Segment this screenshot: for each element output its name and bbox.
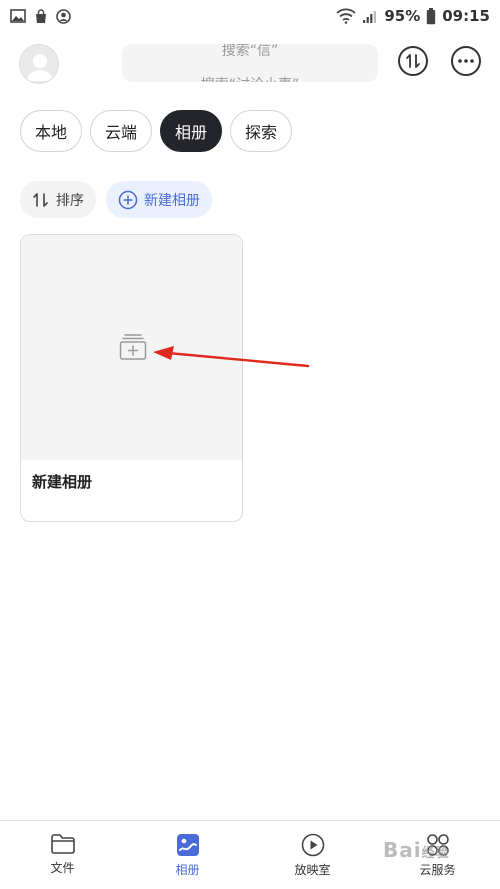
sort-label: 排序	[56, 192, 84, 209]
gallery-icon	[10, 9, 26, 23]
tab-explore[interactable]: 探索	[230, 110, 293, 152]
signal-icon	[363, 10, 377, 23]
shopping-bag-icon	[36, 8, 46, 23]
status-time: 09:15	[442, 7, 490, 25]
add-circle-icon	[118, 190, 138, 209]
battery-icon	[427, 7, 436, 24]
play-icon	[301, 833, 324, 857]
album-icon	[176, 834, 199, 856]
new-album-card[interactable]: 新建相册	[20, 234, 243, 522]
category-tabs: 本地 云端 相册 探索	[20, 110, 293, 152]
new-album-button[interactable]: 新建相册	[106, 181, 212, 218]
status-bar: 95% 09:15	[0, 0, 500, 32]
nav-album[interactable]: 相册	[125, 821, 250, 889]
album-card-label: 新建相册	[32, 473, 93, 491]
sort-button[interactable]: 排序	[20, 181, 96, 218]
nav-screening-room[interactable]: 放映室	[250, 821, 375, 889]
baidu-watermark: Bai经验	[383, 838, 450, 862]
album-actions: 排序 新建相册	[20, 181, 212, 218]
search-placeholder-rotating-1: 搜索“信”	[221, 44, 279, 59]
sort-icon	[33, 192, 48, 207]
account-icon	[56, 8, 71, 24]
status-right: 95% 09:15	[336, 7, 490, 25]
status-left	[10, 8, 71, 24]
avatar[interactable]	[19, 44, 59, 84]
more-button[interactable]	[451, 46, 481, 76]
transfer-arrows-icon	[406, 54, 420, 68]
folder-icon	[50, 834, 75, 854]
search-placeholder-rotating-2: 搜索“讨论小事”	[122, 74, 378, 82]
search-bar[interactable]: 搜索“信” 搜索“讨论小事”	[122, 44, 378, 82]
more-dots-icon	[458, 59, 474, 63]
top-header: 搜索“信” 搜索“讨论小事”	[0, 42, 500, 86]
nav-screening-label: 放映室	[294, 863, 331, 877]
watermark-text: Bai	[383, 838, 422, 862]
nav-cloud-label: 云服务	[419, 863, 456, 877]
tab-cloud[interactable]: 云端	[90, 110, 153, 152]
nav-files-label: 文件	[50, 861, 75, 875]
transfer-button[interactable]	[398, 46, 428, 76]
nav-album-label: 相册	[175, 863, 200, 877]
battery-percent: 95%	[384, 7, 421, 25]
tab-local[interactable]: 本地	[20, 110, 83, 152]
add-album-icon	[119, 334, 147, 360]
nav-files[interactable]: 文件	[0, 821, 125, 889]
wifi-icon	[336, 8, 356, 24]
watermark-tail: 经验	[421, 846, 450, 861]
new-album-label: 新建相册	[144, 192, 200, 209]
default-avatar-icon	[27, 54, 53, 81]
album-thumbnail	[21, 235, 242, 460]
tab-album[interactable]: 相册	[160, 110, 223, 152]
